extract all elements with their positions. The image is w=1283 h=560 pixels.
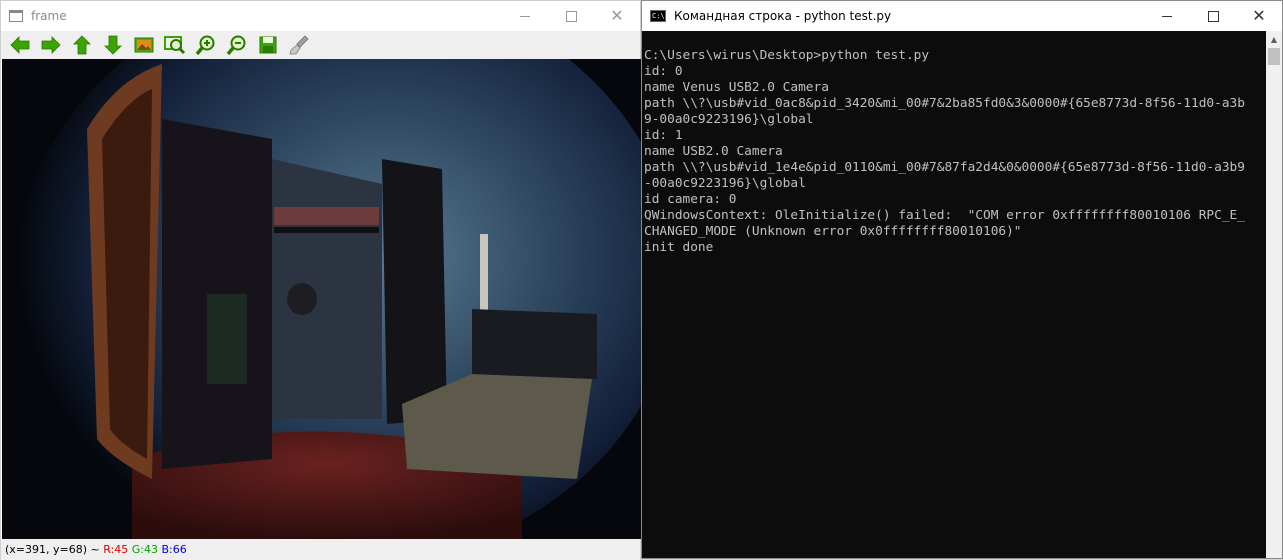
maximize-button[interactable] — [548, 1, 594, 31]
pan-down-button[interactable] — [100, 34, 125, 56]
close-button[interactable]: ✕ — [594, 1, 640, 31]
close-button[interactable]: ✕ — [1236, 1, 1282, 31]
console-line: id: 0 — [644, 64, 683, 79]
console-line: init done — [644, 240, 714, 255]
console-line: id: 1 — [644, 128, 683, 143]
zoom-x1-button[interactable] — [131, 34, 156, 56]
maximize-button[interactable] — [1190, 1, 1236, 31]
console-line: C:\Users\wirus\Desktop>python test.py — [644, 48, 930, 63]
console-line: path \\?\usb#vid_0ac8&pid_3420&mi_00#7&2… — [644, 96, 1245, 111]
zoom-out-icon — [226, 35, 245, 56]
zoom-fit-icon — [163, 36, 185, 55]
console-line: QWindowsContext: OleInitialize() failed:… — [644, 208, 1245, 223]
pixel-green-value: G:43 — [131, 543, 158, 556]
command-prompt-icon: C:\ — [650, 10, 666, 22]
frame-statusbar: (x=391, y=68) ~ R:45 G:43 B:66 — [1, 539, 640, 560]
minimize-icon — [1162, 15, 1172, 17]
frame-toolbar — [1, 31, 640, 59]
arrow-down-icon — [103, 35, 122, 55]
save-button[interactable] — [255, 34, 280, 56]
close-icon: ✕ — [1252, 6, 1266, 25]
console-title: Командная строка - python test.py — [674, 9, 892, 23]
pixel-red-value: R:45 — [103, 543, 129, 556]
scroll-thumb[interactable] — [1268, 48, 1280, 65]
console-line: 9-00a0c9223196}\global — [644, 112, 814, 127]
pan-up-button[interactable] — [69, 34, 94, 56]
zoom-in-button[interactable] — [193, 34, 218, 56]
pan-right-button[interactable] — [38, 34, 63, 56]
frame-window: frame ✕ (x=391, y=68) ~ R:45 G:43 B:66 — [0, 0, 641, 560]
console-line: name Venus USB2.0 Camera — [644, 80, 829, 95]
maximize-icon — [565, 10, 577, 22]
console-text-area: C:\Users\wirus\Desktop>python test.py id:… — [642, 31, 1267, 256]
frame-title: frame — [31, 9, 67, 23]
arrow-up-icon — [72, 35, 91, 55]
pixel-coordinates: (x=391, y=68) ~ — [5, 543, 104, 556]
arrow-left-icon — [9, 36, 29, 54]
floppy-disk-icon — [259, 36, 276, 54]
fisheye-room-image — [2, 59, 641, 539]
console-line: name USB2.0 Camera — [644, 144, 783, 159]
console-titlebar[interactable]: C:\ Командная строка - python test.py ✕ — [642, 1, 1282, 31]
console-output[interactable]: C:\Users\wirus\Desktop>python test.py id:… — [642, 31, 1267, 558]
brush-icon — [288, 35, 309, 55]
arrow-right-icon — [41, 36, 61, 54]
close-icon: ✕ — [610, 6, 624, 25]
maximize-icon — [1207, 10, 1219, 22]
console-window: C:\ Командная строка - python test.py ✕ … — [641, 0, 1283, 559]
image-icon — [134, 37, 153, 53]
pan-left-button[interactable] — [7, 34, 32, 56]
zoom-in-icon — [195, 35, 214, 56]
console-scrollbar[interactable]: ▲ — [1266, 31, 1282, 558]
console-line: id camera: 0 — [644, 192, 737, 207]
camera-frame-image[interactable] — [2, 59, 641, 539]
window-icon — [9, 10, 23, 22]
chevron-up-icon: ▲ — [1270, 35, 1278, 44]
minimize-icon — [520, 15, 530, 17]
console-line: -00a0c9223196}\global — [644, 176, 806, 191]
zoom-fit-button[interactable] — [162, 34, 187, 56]
minimize-button[interactable] — [1144, 1, 1190, 31]
console-line: path \\?\usb#vid_1e4e&pid_0110&mi_00#7&8… — [644, 160, 1245, 175]
scroll-up-button[interactable]: ▲ — [1266, 31, 1282, 48]
console-line: CHANGED_MODE (Unknown error 0x0ffffffff8… — [644, 224, 1022, 239]
pixel-blue-value: B:66 — [161, 543, 187, 556]
frame-titlebar[interactable]: frame ✕ — [1, 1, 640, 31]
properties-button[interactable] — [286, 34, 311, 56]
minimize-button[interactable] — [502, 1, 548, 31]
zoom-out-button[interactable] — [224, 34, 249, 56]
